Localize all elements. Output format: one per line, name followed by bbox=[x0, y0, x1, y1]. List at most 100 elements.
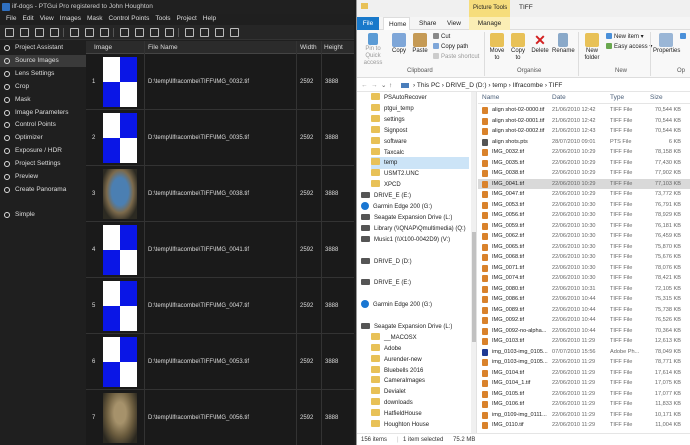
col-size[interactable]: Size bbox=[650, 92, 663, 104]
sidebar-item-simple[interactable]: Simple bbox=[0, 209, 86, 221]
open-project-icon[interactable] bbox=[20, 28, 29, 37]
image-thumbnail[interactable] bbox=[103, 281, 137, 331]
address-bar[interactable]: ← → ⌄ ↑ › This PC › DRIVE_D (D:) › temp … bbox=[357, 79, 690, 92]
file-row[interactable]: IMG_0041.tif 22/06/2010 10:29 TIFF File 77,… bbox=[478, 178, 690, 189]
col-type[interactable]: Type bbox=[610, 92, 624, 104]
nav-item-drive-e-e-[interactable]: DRIVE_E (E:) bbox=[361, 277, 469, 289]
sidebar-item-optimizer[interactable]: Optimizer bbox=[0, 132, 86, 144]
file-row[interactable]: IMG_0092-no-alpha... 22/06/2010 10:44 TIFF… bbox=[478, 326, 690, 337]
lens-icon[interactable] bbox=[135, 28, 144, 37]
nav-item-music1-x100-0042d9-v-[interactable]: Music1 (\\X100-0042D9) (V:) bbox=[361, 234, 469, 246]
panorama-editor-icon[interactable] bbox=[185, 28, 194, 37]
nav-item-garmin-edge-200-g-[interactable]: Garmin Edge 200 (G:) bbox=[361, 299, 469, 311]
paste-button[interactable]: Paste bbox=[411, 33, 429, 55]
sidebar-item-preview[interactable]: Preview bbox=[0, 171, 86, 183]
control-points-icon[interactable] bbox=[215, 28, 224, 37]
move-to-button[interactable]: Move to bbox=[488, 33, 506, 62]
new-project-icon[interactable] bbox=[5, 28, 14, 37]
file-row[interactable]: IMG_0056.tif 22/06/2010 10:30 TIFF File 78,… bbox=[478, 210, 690, 221]
paste-shortcut-button[interactable]: Paste shortcut bbox=[433, 53, 479, 61]
nav-item-houghton-house[interactable]: Houghton House bbox=[371, 419, 469, 431]
file-row[interactable]: IMG_0080.tif 22/06/2010 10:31 TIFF File 72,… bbox=[478, 284, 690, 295]
menu-control-points[interactable]: Control Points bbox=[106, 14, 153, 24]
image-thumbnail[interactable] bbox=[103, 393, 137, 443]
file-row[interactable]: IMG_0047.tif 22/06/2010 10:29 TIFF File 73,… bbox=[478, 189, 690, 200]
pin-quick-access-button[interactable]: Pin to Quick access bbox=[359, 33, 387, 67]
copy-button[interactable]: Copy bbox=[390, 33, 408, 55]
detail-viewer-icon[interactable] bbox=[200, 28, 209, 37]
tab-manage[interactable]: Manage bbox=[469, 17, 510, 30]
file-row[interactable]: IMG_0035.tif 22/06/2010 10:29 TIFF File 77,… bbox=[478, 158, 690, 169]
file-row[interactable]: IMG_0038.tif 22/06/2010 10:29 TIFF File 77,… bbox=[478, 168, 690, 179]
file-row[interactable]: IMG_0065.tif 22/06/2010 10:30 TIFF File 75,… bbox=[478, 242, 690, 253]
file-row[interactable]: IMG_0103.tif 22/06/2010 11:29 TIFF File 12,… bbox=[478, 336, 690, 347]
save-project-icon[interactable] bbox=[35, 28, 44, 37]
file-row[interactable]: align shot-02-0000.tif 21/06/2010 12:42 TI… bbox=[478, 105, 690, 116]
new-folder-button[interactable]: New folder bbox=[581, 33, 603, 62]
file-row[interactable]: IMG_0105.tif 22/06/2010 11:29 TIFF File 17,… bbox=[478, 389, 690, 400]
file-row[interactable]: IMG_0032.tif 22/06/2010 10:29 TIFF File 78,… bbox=[478, 147, 690, 158]
tab-home[interactable]: Home bbox=[383, 17, 410, 30]
image-row[interactable]: 5 D:\temp\Ilfracombe\TIFF\IMG_0047.tif 259… bbox=[86, 279, 354, 334]
file-row[interactable]: img_0103-img_0105... 07/07/2010 15:56 Adob… bbox=[478, 347, 690, 358]
open-button[interactable] bbox=[680, 33, 688, 41]
sidebar-item-project-settings[interactable]: Project Settings bbox=[0, 158, 86, 170]
new-item-button[interactable]: New item ▾ bbox=[606, 33, 644, 41]
delete-button[interactable]: ✕ Delete bbox=[530, 33, 550, 55]
light-icon[interactable] bbox=[230, 28, 239, 37]
menu-help[interactable]: Help bbox=[200, 14, 219, 24]
tab-share[interactable]: Share bbox=[414, 17, 438, 30]
image-row[interactable]: 3 D:\temp\Ilfracombe\TIFF\IMG_0038.tif 259… bbox=[86, 167, 354, 222]
image-thumbnail[interactable] bbox=[103, 337, 137, 387]
file-row[interactable]: IMG_0104_1.tif 22/06/2010 11:29 TIFF File 1… bbox=[478, 378, 690, 389]
file-row[interactable]: IMG_0106.tif 22/06/2010 11:29 TIFF File 11,… bbox=[478, 399, 690, 410]
col-name[interactable]: Name bbox=[482, 92, 499, 104]
back-arrow-icon[interactable]: ← bbox=[361, 79, 368, 92]
list-icon[interactable] bbox=[100, 28, 109, 37]
menu-file[interactable]: File bbox=[3, 14, 19, 24]
menu-tools[interactable]: Tools bbox=[152, 14, 173, 24]
image-thumbnail[interactable] bbox=[103, 225, 137, 275]
tab-file[interactable]: File bbox=[357, 17, 379, 30]
image-row[interactable]: 6 D:\temp\Ilfracombe\TIFF\IMG_0053.tif 259… bbox=[86, 335, 354, 390]
file-row[interactable]: IMG_0104.tif 22/06/2010 11:29 TIFF File 17,… bbox=[478, 368, 690, 379]
recent-chevron-icon[interactable]: ⌄ bbox=[381, 79, 386, 92]
file-row[interactable]: IMG_0053.tif 22/06/2010 10:30 TIFF File 76,… bbox=[478, 200, 690, 211]
menu-view[interactable]: View bbox=[37, 14, 57, 24]
copy-to-button[interactable]: Copy to bbox=[509, 33, 527, 62]
rename-button[interactable]: Rename bbox=[552, 33, 575, 55]
breadcrumb-ilfracombe[interactable]: Ilfracombe bbox=[513, 82, 543, 89]
file-row[interactable]: IMG_0071.tif 22/06/2010 10:30 TIFF File 78,… bbox=[478, 263, 690, 274]
properties-button[interactable]: Properties bbox=[653, 33, 680, 55]
image-thumbnail[interactable] bbox=[103, 169, 137, 219]
up-arrow-icon[interactable]: ↑ bbox=[389, 79, 392, 92]
easy-access-button[interactable]: Easy access ▾ bbox=[606, 43, 652, 51]
forward-arrow-icon[interactable]: → bbox=[371, 79, 378, 92]
sidebar-item-project-assistant[interactable]: Project Assistant bbox=[0, 42, 86, 54]
tab-view[interactable]: View bbox=[442, 17, 464, 30]
sidebar-item-image-parameters[interactable]: Image Parameters bbox=[0, 107, 86, 119]
image-icon[interactable] bbox=[120, 28, 129, 37]
grid-icon[interactable] bbox=[70, 28, 79, 37]
breadcrumb-this-pc[interactable]: This PC bbox=[417, 82, 440, 89]
sidebar-item-create-panorama[interactable]: Create Panorama bbox=[0, 184, 86, 196]
align-icon[interactable] bbox=[150, 28, 159, 37]
add-images-icon[interactable] bbox=[50, 28, 59, 37]
col-width[interactable]: Width bbox=[300, 41, 317, 54]
file-row[interactable]: IMG_0068.tif 22/06/2010 10:30 TIFF File 75,… bbox=[478, 252, 690, 263]
sidebar-item-lens-settings[interactable]: Lens Settings bbox=[0, 68, 86, 80]
sidebar-item-exposure-hdr[interactable]: Exposure / HDR bbox=[0, 145, 86, 157]
file-row[interactable]: IMG_0092.tif 22/06/2010 10:44 TIFF File 76,… bbox=[478, 315, 690, 326]
file-row[interactable]: img_0109-img_0111... 22/06/2010 11:29 TIFF… bbox=[478, 410, 690, 421]
image-row[interactable]: 2 D:\temp\Ilfracombe\TIFF\IMG_0035.tif 259… bbox=[86, 111, 354, 166]
sidebar-item-control-points[interactable]: Control Points bbox=[0, 119, 86, 131]
breadcrumb-drive-d[interactable]: DRIVE_D (D:) bbox=[446, 82, 487, 89]
copy-path-button[interactable]: Copy path bbox=[433, 43, 468, 51]
mask-icon[interactable] bbox=[165, 28, 174, 37]
file-row[interactable]: align shot-02-0002.tif 21/06/2010 12:43 TI… bbox=[478, 126, 690, 137]
table-icon[interactable] bbox=[85, 28, 94, 37]
sidebar-item-source-images[interactable]: Source Images bbox=[0, 54, 86, 67]
file-row[interactable]: IMG_0086.tif 22/06/2010 10:44 TIFF File 75,… bbox=[478, 294, 690, 305]
file-row[interactable]: IMG_0062.tif 22/06/2010 10:30 TIFF File 76,… bbox=[478, 231, 690, 242]
menu-edit[interactable]: Edit bbox=[19, 14, 36, 24]
